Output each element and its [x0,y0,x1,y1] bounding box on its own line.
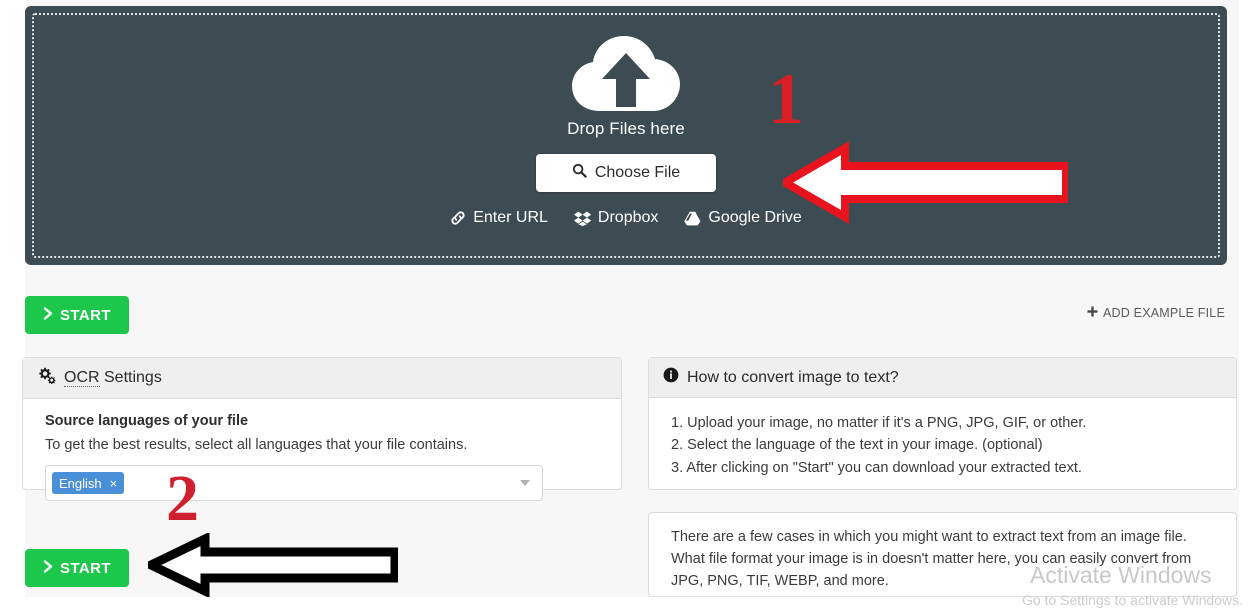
ocr-settings-panel: OCR Settings Source languages of your fi… [22,357,622,501]
drop-files-label: Drop Files here [567,119,685,138]
how-to-header: How to convert image to text? [649,358,1236,398]
plus-icon [1087,306,1098,320]
dropbox-icon [573,211,591,226]
chevron-down-icon[interactable] [520,480,530,486]
how-to-step: 1. Upload your image, no matter if it's … [671,415,1087,431]
dropbox-link[interactable]: Dropbox [573,209,659,227]
source-languages-hint: To get the best results, select all lang… [45,437,468,453]
annotation-number-two: 2 [166,462,199,535]
chevron-right-icon [43,306,53,324]
enter-url-link[interactable]: Enter URL [450,209,548,227]
page-margin-left [0,0,25,597]
chevron-right-icon [43,559,53,577]
info-panel: There are a few cases in which you might… [648,512,1237,597]
language-tag-label: English [59,475,102,491]
how-to-step: 3. After clicking on "Start" you can dow… [671,459,1082,476]
enter-url-label: Enter URL [473,209,548,226]
start-button-bottom[interactable]: START [25,549,129,587]
choose-file-label: Choose File [594,164,681,181]
cloud-upload-icon [570,33,682,117]
choose-file-button[interactable]: Choose File [536,154,716,192]
black-left-arrow-icon [140,531,400,599]
dropzone-source-links: Enter URL Dropbox Google Drive [450,209,802,227]
page-margin-right [1239,0,1251,597]
add-example-file-button[interactable]: ADD EXAMPLE FILE [1081,305,1231,321]
ocr-settings-body: Source languages of your file To get the… [23,399,621,519]
language-select[interactable]: English × [45,465,543,501]
add-example-file-label: ADD EXAMPLE FILE [1103,306,1225,320]
remove-language-icon[interactable]: × [110,476,118,491]
info-icon [663,367,679,388]
google-drive-icon [684,211,701,226]
link-icon [450,210,466,226]
start-button-bottom-label: START [60,559,111,577]
dropbox-label: Dropbox [597,209,659,226]
how-to-panel: How to convert image to text? 1. Upload … [648,357,1237,490]
search-icon [572,163,587,183]
info-panel-body: There are a few cases in which you might… [649,513,1236,610]
file-dropzone[interactable]: Drop Files here Choose File Enter URL Dr… [25,6,1227,265]
how-to-title: How to convert image to text? [687,368,899,386]
gears-icon [37,367,56,389]
ocr-abbr: OCR [64,369,100,387]
language-tag-english[interactable]: English × [52,472,125,494]
info-paragraph: There are a few cases in which you might… [671,529,1192,589]
ocr-settings-title: OCR Settings [64,369,162,387]
annotation-number-one: 1 [768,59,804,139]
how-to-body: 1. Upload your image, no matter if it's … [649,398,1236,497]
start-button-top-label: START [60,306,111,324]
ocr-settings-title-rest: Settings [99,369,162,386]
how-to-step: 2. Select the language of the text in yo… [671,437,1043,454]
ocr-settings-header: OCR Settings [23,358,621,399]
start-button-top[interactable]: START [25,296,129,334]
how-to-steps: 1. Upload your image, no matter if it's … [671,412,1214,479]
red-left-arrow-icon [776,140,1070,225]
source-languages-label: Source languages of your file [45,413,249,429]
